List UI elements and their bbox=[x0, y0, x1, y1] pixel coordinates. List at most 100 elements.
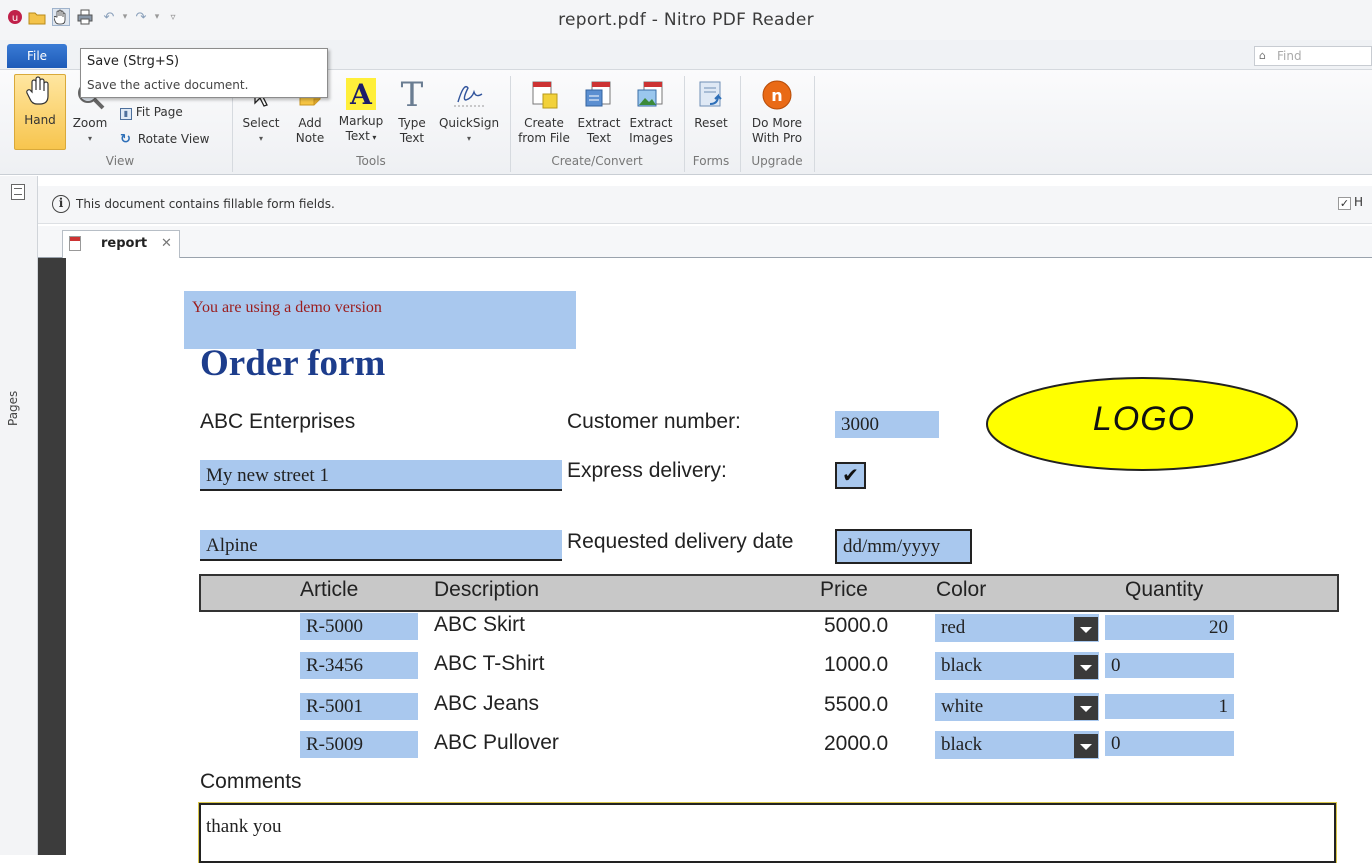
fit-page-icon: ▮ bbox=[120, 108, 132, 120]
chevron-down-icon[interactable] bbox=[1074, 617, 1098, 641]
header-price: Price bbox=[820, 578, 868, 601]
delivery-date-label: Requested delivery date bbox=[567, 530, 794, 553]
info-icon: i bbox=[52, 195, 70, 213]
street-field[interactable]: My new street 1 bbox=[200, 460, 562, 491]
description-cell: ABC T-Shirt bbox=[434, 652, 545, 675]
fit-page-button[interactable]: ▮ Fit Page bbox=[120, 105, 183, 120]
header-color: Color bbox=[936, 578, 987, 601]
delivery-date-field[interactable]: dd/mm/yyyy bbox=[835, 529, 972, 564]
city-field[interactable]: Alpine bbox=[200, 530, 562, 561]
price-cell: 5000.0 bbox=[824, 614, 889, 637]
fit-page-label: Fit Page bbox=[135, 105, 183, 119]
close-tab-icon[interactable]: ✕ bbox=[161, 236, 172, 251]
search-icon: ⌂ bbox=[1259, 49, 1266, 62]
zoom-dropdown-icon: ▾ bbox=[87, 134, 92, 143]
description-cell: ABC Pullover bbox=[434, 731, 559, 754]
tools-group-label: Tools bbox=[356, 154, 386, 168]
add-note-label-1: Add bbox=[298, 116, 322, 130]
pdf-file-icon bbox=[69, 236, 81, 251]
infobar-message: This document contains fillable form fie… bbox=[76, 197, 335, 211]
find-placeholder: Find bbox=[1277, 49, 1302, 63]
hand-tool-button[interactable]: Hand bbox=[14, 74, 66, 150]
extract-text-label-1: Extract bbox=[577, 116, 621, 130]
article-field[interactable]: R-5000 bbox=[300, 613, 418, 640]
do-more-with-pro-button[interactable]: n Do More With Pro bbox=[746, 78, 808, 146]
order-form-title: Order form bbox=[200, 343, 386, 384]
comments-textarea[interactable] bbox=[198, 802, 1337, 863]
chevron-down-icon[interactable] bbox=[1074, 696, 1098, 720]
company-name: ABC Enterprises bbox=[200, 410, 356, 433]
pages-thumbnail-icon[interactable] bbox=[11, 184, 25, 200]
extract-images-icon bbox=[634, 78, 668, 112]
reset-form-icon bbox=[694, 78, 728, 112]
quantity-field[interactable]: 0 bbox=[1105, 731, 1234, 756]
article-field[interactable]: R-3456 bbox=[300, 652, 418, 679]
create-label-2: from File bbox=[518, 131, 570, 145]
reset-button[interactable]: Reset bbox=[690, 78, 732, 131]
quicksign-label: QuickSign bbox=[438, 116, 500, 130]
header-article: Article bbox=[300, 578, 359, 601]
ribbon-separator bbox=[510, 76, 511, 172]
extract-text-label-2: Text bbox=[586, 131, 612, 145]
title-bar: u ↶ ▾ ↷ ▾ ▿ report.pdf - Nitro PDF Reade… bbox=[0, 0, 1372, 40]
ribbon-separator bbox=[684, 76, 685, 172]
zoom-label: Zoom bbox=[72, 116, 108, 130]
color-value: red bbox=[941, 617, 966, 638]
find-input[interactable]: ⌂ Find bbox=[1254, 46, 1372, 66]
chevron-down-icon[interactable] bbox=[1074, 734, 1098, 758]
highlight-fields-checkbox[interactable]: ✓ bbox=[1338, 197, 1351, 210]
create-from-file-button[interactable]: Create from File bbox=[516, 78, 572, 146]
markup-text-button[interactable]: A Markup Text ▾ bbox=[336, 78, 386, 145]
logo-text: LOGO bbox=[1092, 400, 1196, 438]
view-group-label: View bbox=[105, 154, 135, 168]
rotate-icon: ↻ bbox=[120, 132, 131, 147]
header-quantity: Quantity bbox=[1125, 578, 1204, 601]
create-file-icon bbox=[527, 78, 561, 112]
create-convert-group-label: Create/Convert bbox=[551, 154, 643, 168]
customer-number-field[interactable]: 3000 bbox=[835, 411, 939, 438]
file-tab[interactable]: File bbox=[7, 44, 67, 68]
customer-number-label: Customer number: bbox=[567, 410, 741, 433]
extract-images-label-1: Extract bbox=[629, 116, 673, 130]
description-cell: ABC Jeans bbox=[434, 692, 540, 715]
extract-images-label-2: Images bbox=[629, 131, 673, 145]
extract-images-button[interactable]: Extract Images bbox=[624, 78, 678, 146]
reset-label: Reset bbox=[694, 116, 728, 130]
select-label: Select bbox=[242, 116, 280, 130]
article-field[interactable]: R-5009 bbox=[300, 731, 418, 758]
quantity-field[interactable]: 0 bbox=[1105, 653, 1234, 678]
rotate-view-button[interactable]: ↻ Rotate View bbox=[120, 132, 209, 147]
pages-panel[interactable]: Pages bbox=[0, 176, 38, 855]
rotate-view-label: Rotate View bbox=[137, 132, 210, 146]
company-logo: LOGO bbox=[984, 374, 1304, 474]
express-delivery-label: Express delivery: bbox=[567, 459, 727, 482]
type-text-label-1: Type bbox=[398, 116, 426, 130]
extract-text-button[interactable]: Extract Text bbox=[574, 78, 624, 146]
quantity-field[interactable]: 20 bbox=[1105, 615, 1234, 640]
quantity-field[interactable]: 1 bbox=[1105, 694, 1234, 719]
create-label-1: Create bbox=[524, 116, 564, 130]
tooltip-title: Save (Strg+S) bbox=[87, 54, 180, 69]
article-field[interactable]: R-5001 bbox=[300, 693, 418, 720]
markup-text-label-1: Markup bbox=[338, 114, 384, 128]
select-dropdown-icon: ▾ bbox=[258, 134, 263, 143]
chevron-down-icon[interactable] bbox=[1074, 655, 1098, 679]
type-text-button[interactable]: T Type Text bbox=[392, 78, 432, 146]
nitro-pro-icon: n bbox=[760, 78, 794, 112]
upgrade-group-label: Upgrade bbox=[751, 154, 803, 168]
demo-notice-text: You are using a demo version bbox=[192, 299, 382, 316]
document-tab-strip bbox=[38, 226, 1372, 258]
express-delivery-checkbox[interactable]: ✔ bbox=[835, 462, 866, 489]
ribbon-separator bbox=[814, 76, 815, 172]
save-tooltip: Save (Strg+S) Save the active document. bbox=[80, 48, 328, 98]
type-text-label-2: Text bbox=[399, 131, 425, 145]
document-tab-name: report bbox=[101, 236, 148, 251]
do-more-label-1: Do More bbox=[751, 116, 803, 130]
document-tab[interactable]: report ✕ bbox=[62, 230, 180, 258]
pages-label[interactable]: Pages bbox=[6, 391, 20, 426]
do-more-label-2: With Pro bbox=[751, 131, 803, 145]
forms-group-label: Forms bbox=[692, 154, 730, 168]
quicksign-button[interactable]: QuickSign ▾ bbox=[436, 78, 502, 146]
comments-value[interactable]: thank you bbox=[206, 816, 281, 838]
highlight-fields-label[interactable]: H bbox=[1354, 195, 1363, 209]
